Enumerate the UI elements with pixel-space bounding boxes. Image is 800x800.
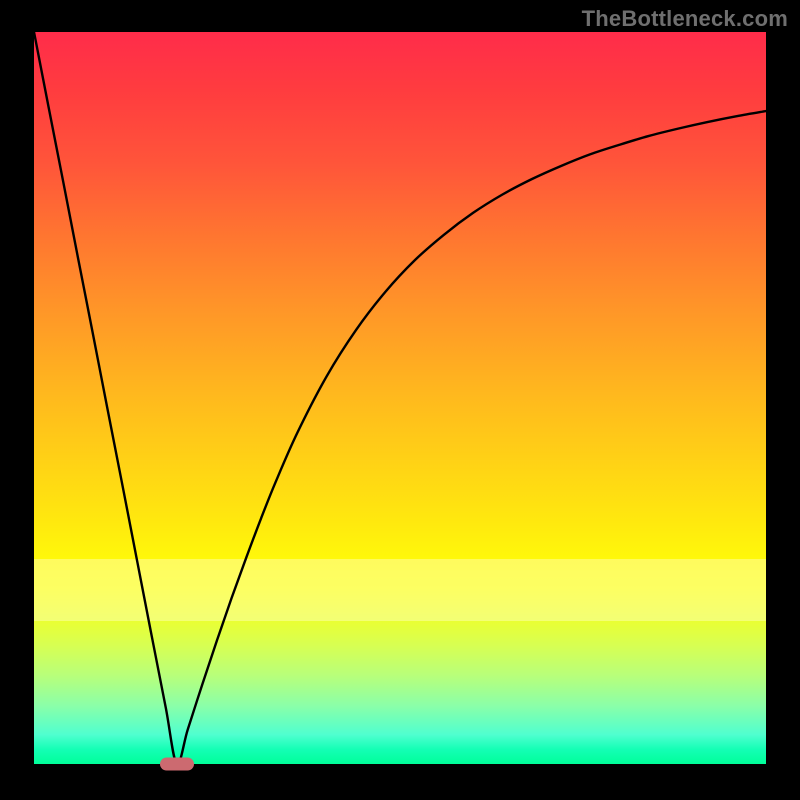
curve-layer bbox=[34, 32, 766, 764]
minimum-marker bbox=[160, 758, 194, 771]
chart-frame: TheBottleneck.com bbox=[0, 0, 800, 800]
plot-area bbox=[34, 32, 766, 764]
bottleneck-curve bbox=[34, 32, 766, 764]
watermark-text: TheBottleneck.com bbox=[582, 6, 788, 32]
